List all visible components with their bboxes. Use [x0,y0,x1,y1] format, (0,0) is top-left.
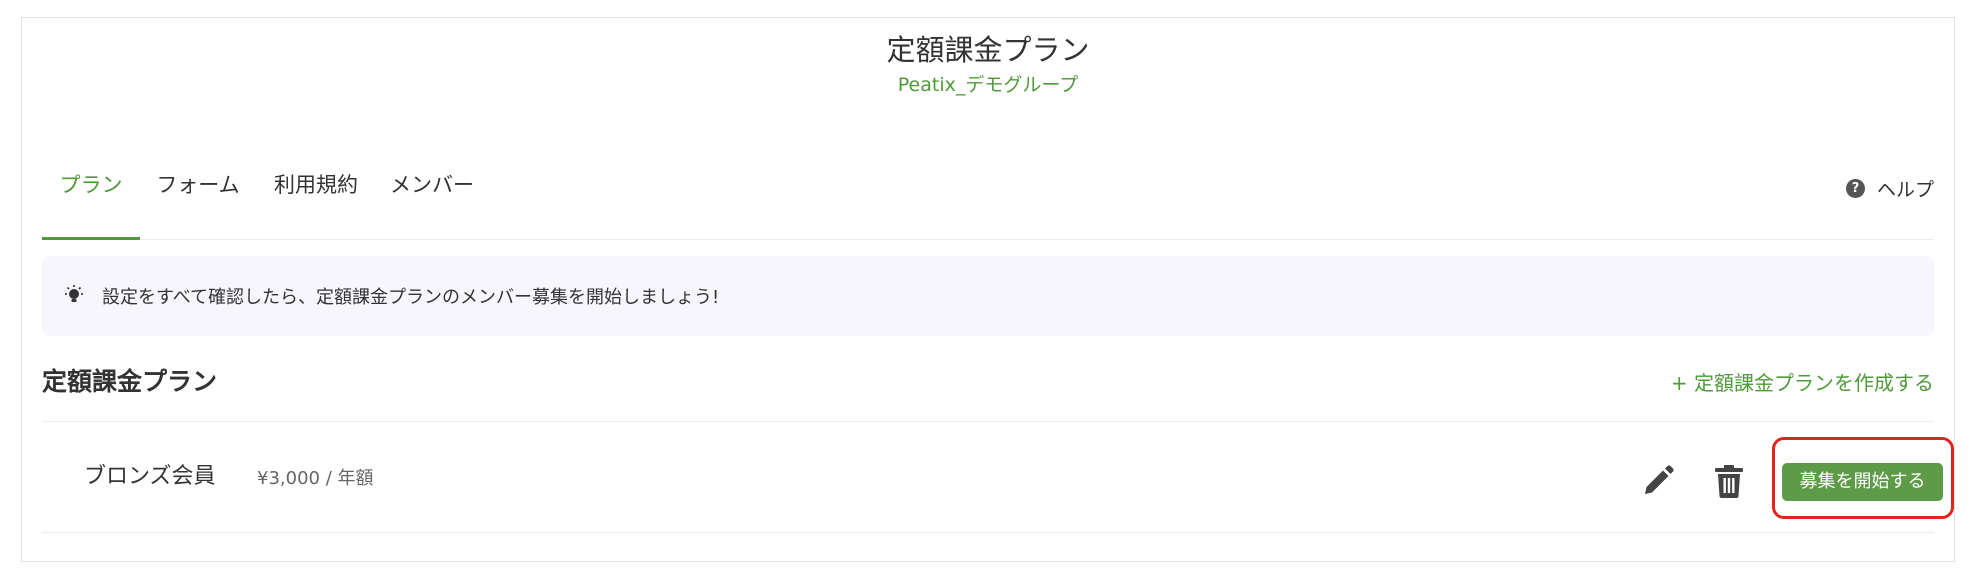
page-title: 定額課金プラン [886,33,1090,67]
tab-terms[interactable]: 利用規約 [271,166,361,240]
plan-price: ¥3,000 / 年額 [257,468,374,489]
plan-row: ブロンズ会員 ¥3,000 / 年額 募集を開始する [42,422,1954,532]
tab-bar: プラン フォーム 利用規約 メンバー ? ヘルプ [42,166,1934,240]
notice-text: 設定をすべて確認したら、定額課金プランのメンバー募集を開始しましょう! [102,287,720,308]
tab-members[interactable]: メンバー [387,166,477,240]
tab-form[interactable]: フォーム [153,166,243,240]
lightbulb-icon [65,285,83,302]
info-notice: 設定をすべて確認したら、定額課金プランのメンバー募集を開始しましょう! [42,256,1934,336]
start-recruiting-button[interactable]: 募集を開始する [1782,463,1943,501]
edit-pencil-icon[interactable] [1641,464,1675,498]
section-title: 定額課金プラン [42,367,218,396]
plan-name: ブロンズ会員 [84,464,216,489]
trash-icon[interactable] [1712,463,1746,499]
plan-page-panel: 定額課金プラン Peatix_デモグループ プラン フォーム 利用規約 メンバー… [21,17,1955,562]
group-name-link[interactable]: Peatix_デモグループ [22,71,1954,99]
question-circle-icon: ? [1845,178,1865,198]
create-plan-link[interactable]: + 定額課金プランを作成する [1671,368,1934,398]
tab-plan[interactable]: プラン [42,166,140,240]
divider [42,532,1934,533]
help-label: ヘルプ [1876,178,1934,201]
help-link[interactable]: ? ヘルプ [1845,170,1934,206]
